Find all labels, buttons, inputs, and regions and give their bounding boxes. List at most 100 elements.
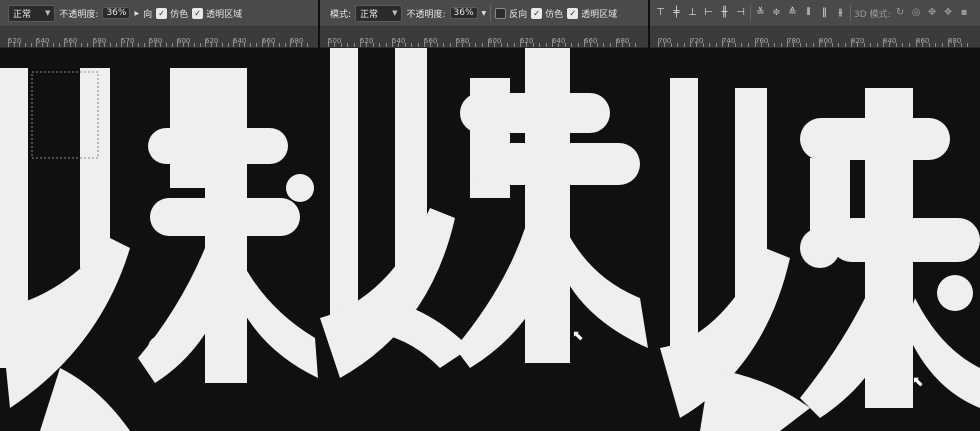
ruler-tick: [482, 43, 483, 47]
artwork-glyph-mei: [320, 48, 648, 378]
mode-select[interactable]: 正常 ▼: [8, 4, 56, 22]
ruler-tick: [262, 39, 263, 47]
ruler-tick: [93, 39, 94, 47]
mode-select[interactable]: 正常 ▼: [355, 4, 403, 22]
distribute-vcenter-icon[interactable]: ≑: [770, 7, 783, 19]
divider: [750, 5, 751, 21]
ruler-tick: [774, 43, 775, 47]
ruler-tick: [405, 43, 406, 47]
3d-rotate-icon[interactable]: ↻: [894, 7, 907, 19]
ruler-tick: [929, 43, 930, 47]
ruler-tick: [501, 43, 502, 47]
ruler-tick: [307, 43, 308, 47]
ruler-tick: [19, 43, 20, 47]
ruler-tick: [722, 39, 723, 47]
3d-slide-icon[interactable]: ❖: [942, 7, 955, 19]
ruler-tick: [546, 43, 547, 47]
ruler-tick: [539, 43, 540, 47]
ruler-tick: [735, 43, 736, 47]
ruler-tick: [819, 39, 820, 47]
canvas: ⬉: [650, 48, 980, 431]
ruler-tick: [755, 39, 756, 47]
opacity-slider-caret[interactable]: ▶: [134, 10, 139, 17]
divider: [850, 5, 851, 21]
ruler-tick: [916, 39, 917, 47]
align-top-icon[interactable]: ⊤: [654, 7, 667, 19]
ruler-tick: [116, 43, 117, 47]
opacity-field[interactable]: 36%: [449, 7, 478, 19]
reverse-checkbox[interactable]: 反向: [495, 7, 527, 20]
ruler-tick: [883, 39, 884, 47]
ruler-tick: [571, 43, 572, 47]
3d-roll-icon[interactable]: ◎: [910, 7, 923, 19]
align-right-icon[interactable]: ⊣: [734, 7, 747, 19]
ruler-tick: [877, 43, 878, 47]
horizontal-ruler: 520 540 560 580 570 580 600 620 640 660 680: [0, 27, 318, 48]
ruler-tick: [177, 39, 178, 47]
artwork-glyph-mei: [660, 78, 980, 431]
ruler-tick: [42, 43, 43, 47]
checkmark-icon: ✓: [567, 7, 579, 19]
horizontal-ruler: 700 720 740 760 780 800 820 840 860 880: [650, 27, 980, 48]
window-2: 模式: 正常 ▼ 不透明度: 36% ▼ 反向 ✓ 仿色 ✓ 透明区域 500 520 5…: [320, 0, 648, 431]
ruler-tick: [603, 43, 604, 47]
ruler-tick: [684, 43, 685, 47]
dither-checkbox[interactable]: ✓ 仿色: [156, 7, 188, 20]
align-bottom-icon[interactable]: ⊥: [686, 7, 699, 19]
distribute-left-icon[interactable]: ⫴: [802, 7, 815, 19]
ruler-tick: [411, 43, 412, 47]
ruler-tick: [690, 39, 691, 47]
ruler-tick: [597, 43, 598, 47]
ruler-tick: [825, 43, 826, 47]
cursor-icon: ⬉: [912, 374, 924, 390]
ruler-tick: [709, 43, 710, 47]
ruler-tick: [565, 43, 566, 47]
ruler-tick: [285, 43, 286, 47]
canvas: [0, 48, 318, 431]
ruler-tick: [520, 39, 521, 47]
ruler-tick: [578, 43, 579, 47]
ruler-tick: [99, 43, 100, 47]
ruler-tick: [967, 43, 968, 47]
ruler-tick: [64, 39, 65, 47]
ruler-tick: [228, 43, 229, 47]
ruler-tick: [360, 39, 361, 47]
ruler-tick: [273, 43, 274, 47]
align-vcenter-icon[interactable]: ╪: [670, 7, 683, 19]
ruler-tick: [507, 43, 508, 47]
ruler-tick: [155, 43, 156, 47]
3d-scale-icon[interactable]: ▪: [958, 7, 971, 19]
transparency-checkbox[interactable]: ✓ 透明区域: [567, 7, 617, 20]
ruler-tick: [671, 43, 672, 47]
ruler-tick: [622, 43, 623, 47]
align-left-icon[interactable]: ⊢: [702, 7, 715, 19]
opacity-field[interactable]: 36%: [102, 7, 131, 19]
ruler-tick: [845, 43, 846, 47]
distribute-bottom-icon[interactable]: ≙: [786, 7, 799, 19]
align-hcenter-icon[interactable]: ╫: [718, 7, 731, 19]
ruler-tick: [373, 43, 374, 47]
ruler-tick: [437, 43, 438, 47]
ruler-tick: [456, 39, 457, 47]
ruler-tick: [205, 39, 206, 47]
ruler-tick: [347, 43, 348, 47]
ruler-tick: [462, 43, 463, 47]
ruler-tick: [386, 43, 387, 47]
distribute-hcenter-icon[interactable]: ‖: [818, 7, 831, 19]
distribute-right-icon[interactable]: ⫵: [834, 7, 847, 19]
opacity-slider-caret[interactable]: ▼: [482, 10, 487, 17]
transparency-checkbox[interactable]: ✓ 透明区域: [192, 7, 242, 20]
opacity-label: 不透明度:: [59, 9, 99, 20]
dither-checkbox[interactable]: ✓ 仿色: [531, 7, 563, 20]
ruler-tick: [533, 43, 534, 47]
ruler-tick: [677, 43, 678, 47]
ruler-tick: [857, 43, 858, 47]
ruler-tick: [716, 43, 717, 47]
ruler-tick: [629, 43, 630, 47]
ruler-tick: [870, 43, 871, 47]
3d-drag-icon[interactable]: ✥: [926, 7, 939, 19]
distribute-top-icon[interactable]: ≚: [754, 7, 767, 19]
ruler-tick: [127, 43, 128, 47]
ruler-tick: [658, 39, 659, 47]
ruler-tick: [31, 43, 32, 47]
